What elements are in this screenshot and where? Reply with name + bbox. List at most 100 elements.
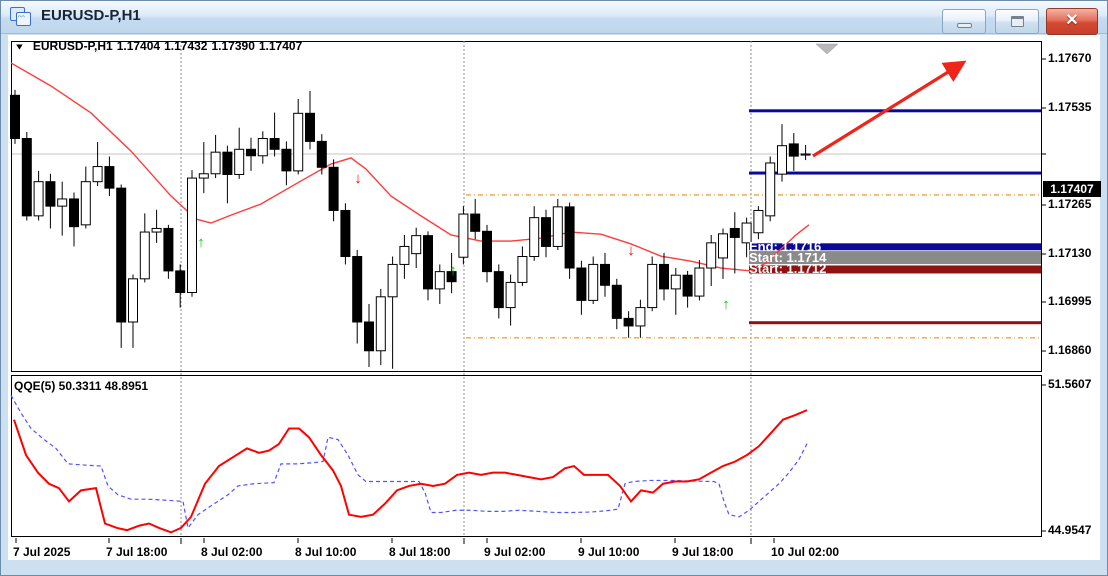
candle-bear [624, 318, 633, 326]
down-arrow-icon: ↓ [627, 242, 635, 259]
candle-bear [105, 167, 114, 189]
indicator-axis-label: 51.5607 [1048, 377, 1091, 391]
dropdown-triangle-icon: ▼ [14, 42, 25, 52]
candle-bull [459, 214, 468, 257]
candle-bear [282, 149, 291, 171]
candle-bull [152, 228, 161, 232]
qqe-slow-line [11, 395, 808, 528]
client-area: ↑↓↑↓↑ ▼EURUSD-P,H11.174041.174321.173901… [8, 35, 1100, 560]
current-price-badge: 1.17407 [1043, 181, 1101, 197]
header-symbol: EURUSD-P,H1 [33, 39, 113, 53]
time-axis-label: 7 Jul 18:00 [106, 545, 167, 559]
candle-bull [376, 297, 385, 351]
restore-button[interactable] [995, 9, 1039, 34]
time-axis-label: 9 Jul 10:00 [578, 545, 639, 559]
price-axis-label: 1.16860 [1048, 343, 1091, 357]
candle-bull [294, 113, 303, 171]
zone-label-start-2: Start: 1.1712 [749, 263, 826, 274]
up-arrow-icon: ↑ [449, 262, 457, 279]
candle-bull [707, 243, 716, 268]
candle-bull [199, 174, 208, 178]
candle-bull [34, 182, 43, 216]
candle-bear [341, 210, 350, 256]
chart-window: EURUSD-P,H1 ✕ ↑↓↑↓↑ ▼EURUSD-P,H11.174041… [0, 0, 1108, 576]
top-triangle-marker [816, 44, 838, 54]
header-close: 1.17407 [259, 39, 302, 53]
candle-bear [22, 139, 31, 216]
candle-bull [211, 152, 220, 174]
candle-bear [329, 167, 338, 210]
candle-bull [648, 264, 657, 307]
price-axis-label: 1.17670 [1048, 51, 1091, 65]
candle-bull [518, 257, 527, 283]
candle-bear [730, 228, 739, 237]
candle-bull [188, 178, 197, 292]
candle-bear [164, 228, 173, 270]
candle-bull [388, 264, 397, 296]
time-axis-label: 7 Jul 2025 [13, 545, 70, 559]
candle-bear [306, 113, 315, 141]
time-axis-label: 8 Jul 10:00 [295, 545, 356, 559]
level-line [749, 321, 1041, 324]
candle-bear [11, 95, 20, 138]
candle-bull [553, 207, 562, 247]
candle-bull [589, 264, 598, 300]
chart-header: ▼EURUSD-P,H11.174041.174321.173901.17407 [14, 39, 306, 53]
candle-bear [223, 152, 232, 174]
candle-bull [766, 163, 775, 216]
candle-bear [70, 199, 79, 227]
qqe-fast-line [14, 410, 807, 532]
candle-bear [117, 188, 126, 322]
candle-bear [542, 218, 551, 247]
candle-bear [577, 268, 586, 300]
price-axis-label: 1.17535 [1048, 100, 1091, 114]
time-axis-label: 9 Jul 02:00 [484, 545, 545, 559]
candle-bear [683, 275, 692, 296]
close-icon: ✕ [1047, 10, 1097, 30]
candle-bull [400, 246, 409, 264]
candle-bear [660, 264, 669, 288]
candle-bull [435, 272, 444, 289]
level-line [749, 109, 1041, 112]
time-axis-label: 8 Jul 02:00 [201, 545, 262, 559]
candle-bull [778, 146, 787, 174]
up-arrow-icon: ↑ [197, 234, 205, 251]
candle-bear [353, 257, 362, 322]
price-axis-label: 1.16995 [1048, 294, 1091, 308]
candle-bull [695, 268, 704, 296]
candle-bull [81, 182, 90, 225]
candle-bear [176, 271, 185, 293]
candle-bear [483, 231, 492, 271]
minimize-icon [957, 23, 972, 28]
title-bar[interactable]: EURUSD-P,H1 ✕ [1, 1, 1108, 34]
moving-average-line [11, 63, 809, 271]
candle-bull [671, 275, 680, 289]
up-arrow-icon: ↑ [722, 296, 730, 313]
candle-bull [530, 218, 539, 257]
restore-icon [1011, 16, 1024, 27]
chart-icon [10, 7, 34, 28]
candle-bear [471, 214, 480, 231]
candle-bear [317, 141, 326, 167]
chart-icon-front-page [16, 12, 31, 26]
candle-bull [129, 279, 138, 322]
candle-bear [789, 144, 798, 156]
close-button[interactable]: ✕ [1046, 8, 1098, 35]
candle-bear [46, 182, 55, 206]
minimize-button[interactable] [942, 9, 986, 34]
candle-bear [247, 149, 256, 155]
time-axis-label: 10 Jul 02:00 [771, 545, 839, 559]
candle-bear [565, 207, 574, 268]
candle-bull [412, 236, 421, 254]
candle-bull [140, 232, 149, 279]
window-title: EURUSD-P,H1 [41, 7, 141, 24]
indicator-axis-label: 44.9547 [1048, 523, 1091, 537]
candle-bear [612, 285, 621, 318]
candle-bull [235, 149, 244, 174]
price-axis-label: 1.17265 [1048, 197, 1091, 211]
candle-bear [365, 322, 374, 351]
candle-bear [424, 236, 433, 289]
header-high: 1.17432 [164, 39, 207, 53]
candle-bear [601, 264, 610, 285]
price-axis-label: 1.17130 [1048, 246, 1091, 260]
